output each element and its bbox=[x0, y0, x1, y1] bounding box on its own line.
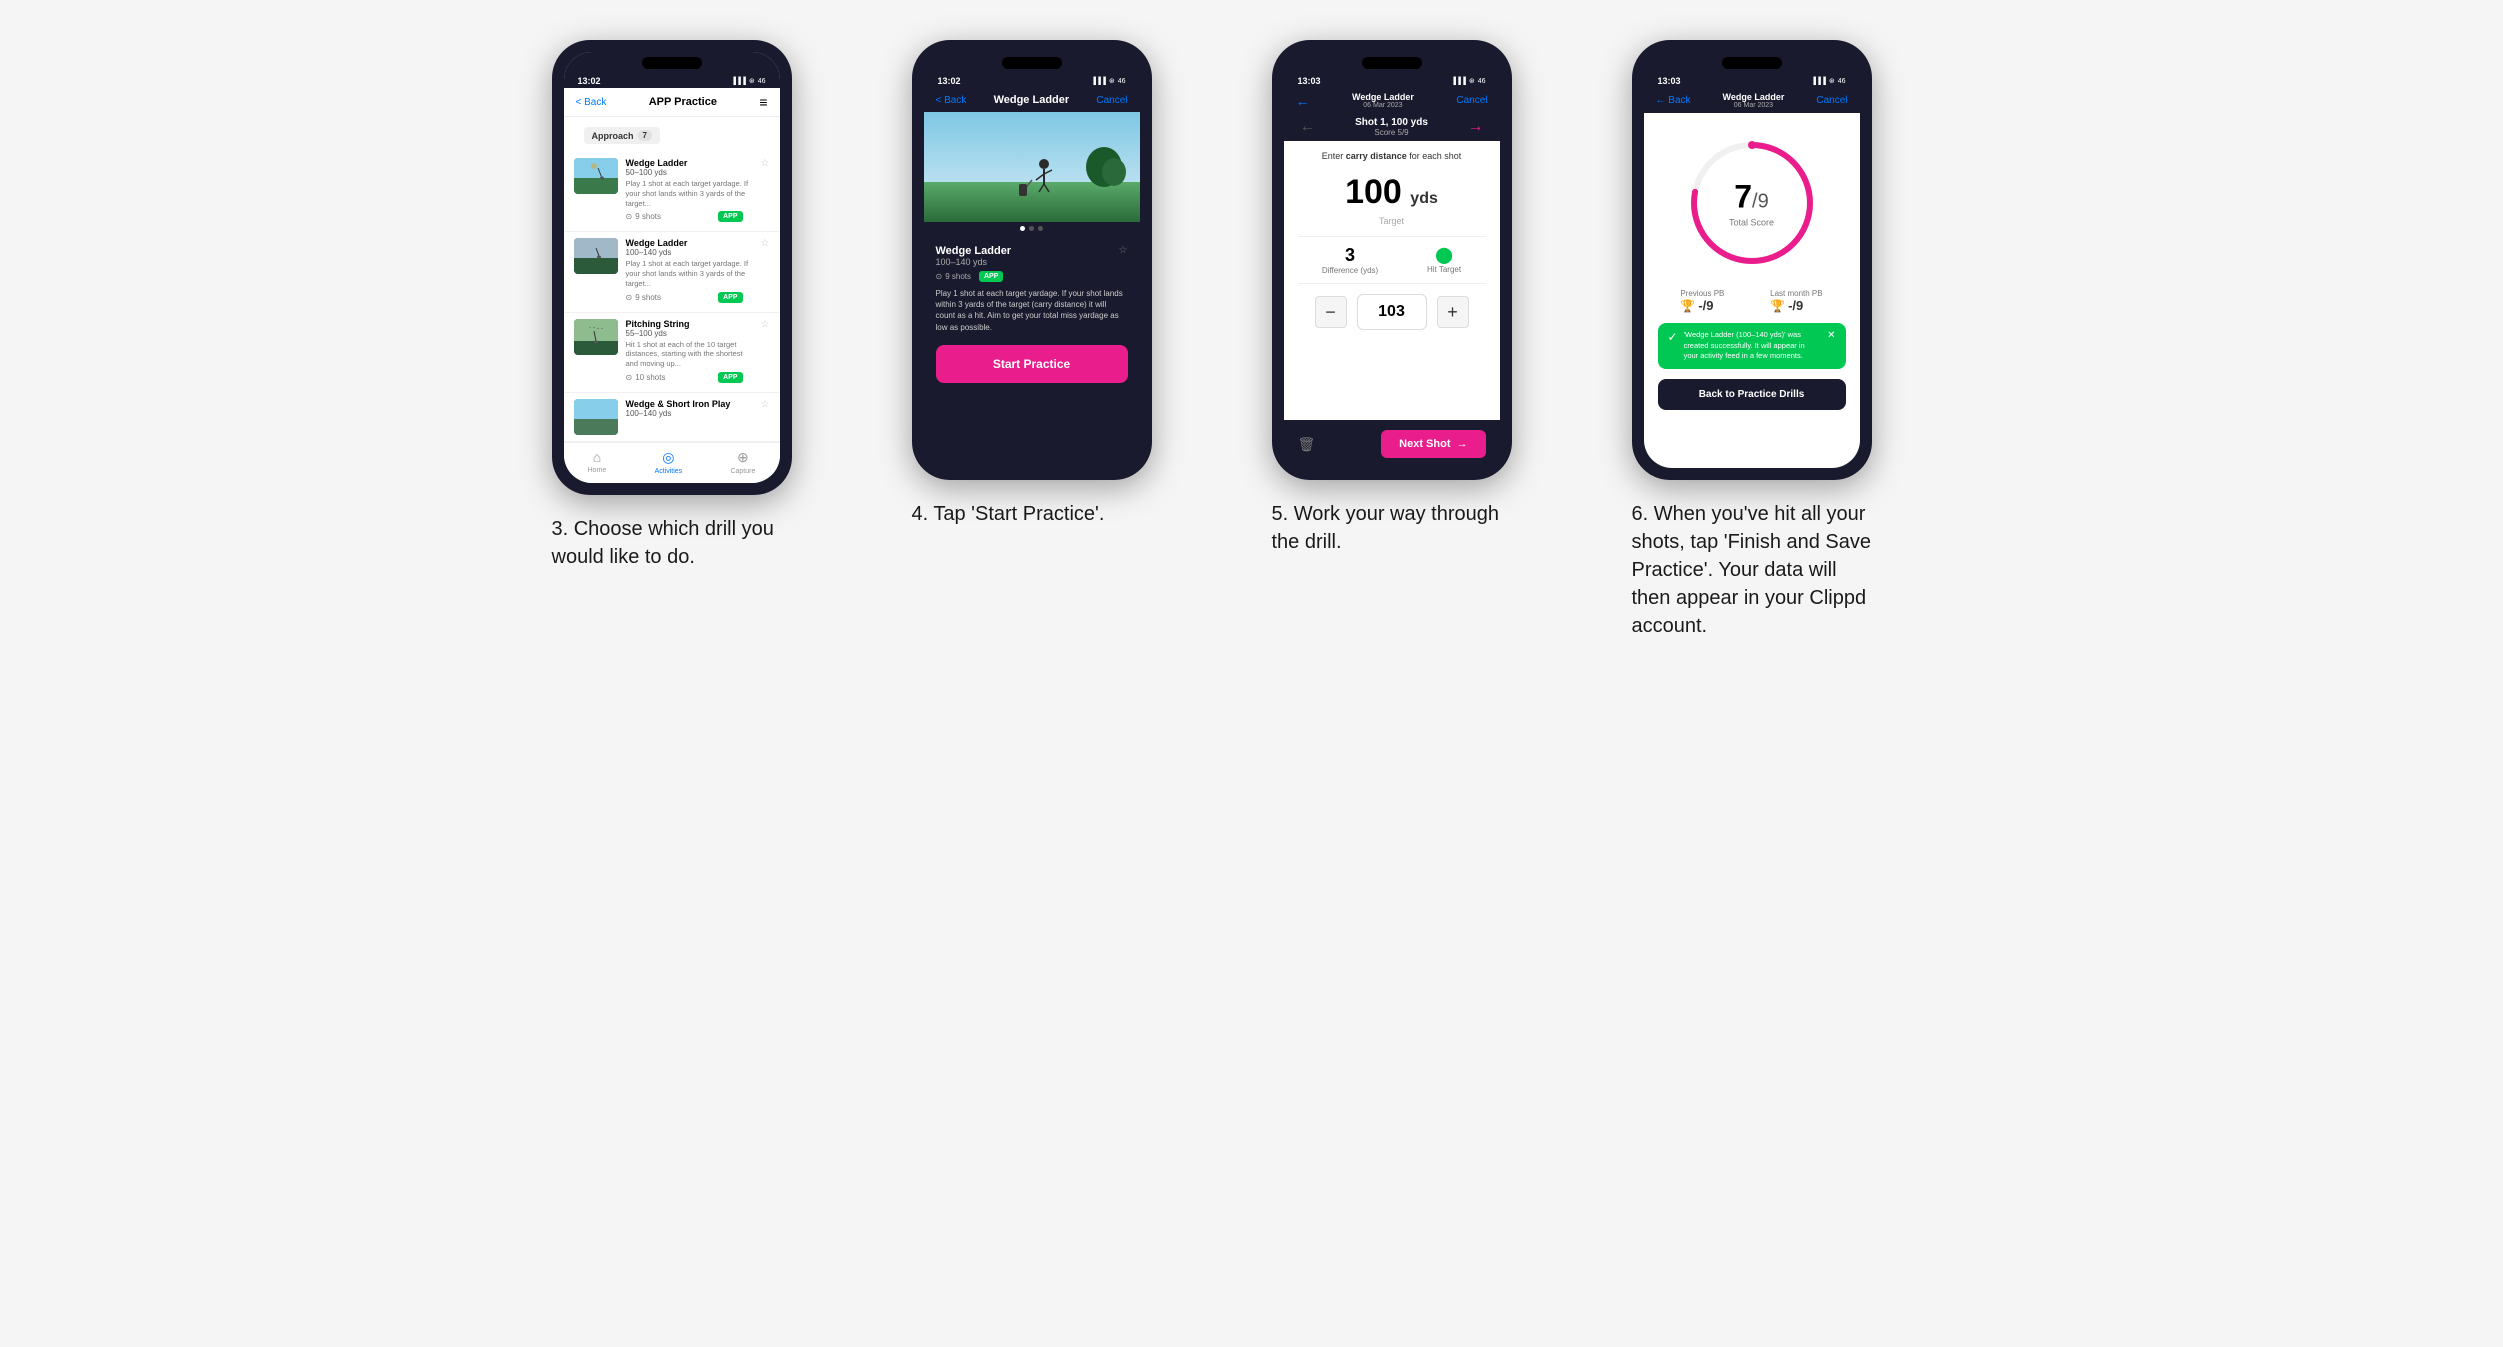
phone-6: 13:03 ▐▐▐ ⊛ 46 ← Back Wedge Ladder 06 Ma… bbox=[1632, 40, 1872, 480]
phone-4-dots bbox=[924, 222, 1140, 235]
arrow-right-icon: → bbox=[1457, 438, 1468, 450]
start-practice-button[interactable]: Start Practice bbox=[936, 345, 1128, 383]
activities-icon: ◎ bbox=[662, 449, 674, 466]
phone-5: 13:03 ▐▐▐ ⊛ 46 ← Wedge Ladder 06 Mar 202… bbox=[1272, 40, 1512, 480]
increment-button[interactable]: + bbox=[1437, 296, 1469, 328]
step-3-container: 13:02 ▐▐▐ ⊛ 46 < Back APP Practice ≡ bbox=[552, 40, 872, 571]
phone-6-nav: ← Back Wedge Ladder 06 Mar 2023 Cancel bbox=[1644, 88, 1860, 113]
phone-4-cancel[interactable]: Cancel bbox=[1096, 95, 1127, 106]
star-icon-p4: ☆ bbox=[1119, 245, 1128, 256]
phone-5-content: Enter carry distance for each shot 100 y… bbox=[1284, 141, 1500, 420]
phone-4-nav: < Back Wedge Ladder Cancel bbox=[924, 88, 1140, 112]
success-close-button[interactable]: ✕ bbox=[1827, 330, 1835, 341]
phone-4-notch bbox=[924, 52, 1140, 74]
phone-6-status-bar: 13:03 ▐▐▐ ⊛ 46 bbox=[1644, 74, 1860, 88]
phone-6-back[interactable]: ← Back bbox=[1656, 95, 1691, 106]
phone-3-title: APP Practice bbox=[649, 96, 717, 108]
phone-5-nav: ← Wedge Ladder 06 Mar 2023 Cancel bbox=[1284, 88, 1500, 113]
phone-5-back[interactable]: ← bbox=[1296, 93, 1310, 109]
carry-instruction: Enter carry distance for each shot bbox=[1298, 151, 1486, 161]
back-to-drills-button[interactable]: Back to Practice Drills bbox=[1658, 379, 1846, 410]
phone-3-status-icons: ▐▐▐ ⊛ 46 bbox=[731, 77, 766, 85]
hit-target-stat: ⬤ Hit Target bbox=[1427, 245, 1461, 275]
nav-capture[interactable]: ⊕ Capture bbox=[730, 449, 755, 475]
phone-3-bottom-nav: ⌂ Home ◎ Activities ⊕ Capture bbox=[564, 442, 780, 483]
phone-6-cancel[interactable]: Cancel bbox=[1816, 95, 1847, 106]
phone-3-nav: < Back APP Practice ≡ bbox=[564, 88, 780, 117]
drill-item-2[interactable]: Pitching String 55–100 yds Hit 1 shot at… bbox=[564, 313, 780, 393]
score-circle: 7/9 Total Score bbox=[1682, 133, 1822, 273]
previous-pb: Previous PB 🏆 -/9 bbox=[1680, 289, 1724, 313]
star-icon-3: ☆ bbox=[761, 399, 770, 410]
drill-thumb-1 bbox=[574, 238, 618, 274]
shot-stats: 3 Difference (yds) ⬤ Hit Target bbox=[1298, 236, 1486, 284]
phone-4-status-bar: 13:02 ▐▐▐ ⊛ 46 bbox=[924, 74, 1140, 88]
drill-thumb-0 bbox=[574, 158, 618, 194]
phone-4: 13:02 ▐▐▐ ⊛ 46 < Back Wedge Ladder Cance… bbox=[912, 40, 1152, 480]
score-display: 7/9 Total Score bbox=[1729, 179, 1774, 228]
phone-3-time: 13:02 bbox=[578, 76, 601, 86]
step-4-container: 13:02 ▐▐▐ ⊛ 46 < Back Wedge Ladder Cance… bbox=[912, 40, 1232, 528]
drill-thumb-3 bbox=[574, 399, 618, 435]
phone-5-cancel[interactable]: Cancel bbox=[1456, 95, 1487, 106]
drill-thumb-2 bbox=[574, 319, 618, 355]
next-shot-button[interactable]: Next Shot → bbox=[1381, 430, 1485, 458]
section-approach: Approach 7 bbox=[584, 127, 660, 144]
home-icon: ⌂ bbox=[593, 449, 601, 465]
delete-button[interactable]: 🗑 bbox=[1298, 436, 1316, 453]
phone-6-content: 7/9 Total Score Previous PB 🏆 -/9 bbox=[1644, 113, 1860, 468]
page-container: 13:02 ▐▐▐ ⊛ 46 < Back APP Practice ≡ bbox=[552, 40, 1952, 640]
step-5-container: 13:03 ▐▐▐ ⊛ 46 ← Wedge Ladder 06 Mar 202… bbox=[1272, 40, 1592, 556]
phone-4-back[interactable]: < Back bbox=[936, 95, 967, 106]
step-6-caption: 6. When you've hit all your shots, tap '… bbox=[1632, 500, 1872, 640]
phone-3-notch bbox=[564, 52, 780, 74]
pb-row: Previous PB 🏆 -/9 Last month PB 🏆 -/9 bbox=[1658, 289, 1846, 313]
phone-6-notch bbox=[1644, 52, 1860, 74]
phone-3-menu[interactable]: ≡ bbox=[759, 94, 767, 110]
drill-info-0: Wedge Ladder 50–100 yds Play 1 shot at e… bbox=[626, 158, 753, 225]
yardage-input[interactable] bbox=[1357, 294, 1427, 330]
phone-3-back[interactable]: < Back bbox=[576, 97, 607, 108]
star-icon-1: ☆ bbox=[761, 238, 770, 249]
drill-info-1: Wedge Ladder 100–140 yds Play 1 shot at … bbox=[626, 238, 753, 305]
trophy-icon-1: 🏆 bbox=[1680, 299, 1695, 313]
star-icon-2: ☆ bbox=[761, 319, 770, 330]
phone-5-notch bbox=[1284, 52, 1500, 74]
number-input-row: − + bbox=[1298, 294, 1486, 330]
nav-activities[interactable]: ◎ Activities bbox=[655, 449, 683, 475]
last-month-pb: Last month PB 🏆 -/9 bbox=[1770, 289, 1822, 313]
step-3-caption: 3. Choose which drill you would like to … bbox=[552, 515, 792, 571]
phone-3-status-bar: 13:02 ▐▐▐ ⊛ 46 bbox=[564, 74, 780, 88]
hit-target-icon: ⬤ bbox=[1427, 245, 1461, 265]
success-banner: ✓ 'Wedge Ladder (100–140 yds)' was creat… bbox=[1658, 323, 1846, 369]
drill-item-3[interactable]: Wedge & Short Iron Play 100–140 yds ☆ bbox=[564, 393, 780, 442]
trophy-icon-2: 🏆 bbox=[1770, 299, 1785, 313]
check-icon: ✓ bbox=[1668, 330, 1678, 344]
decrement-button[interactable]: − bbox=[1315, 296, 1347, 328]
drill-item-1[interactable]: Wedge Ladder 100–140 yds Play 1 shot at … bbox=[564, 232, 780, 312]
phone-5-shot-nav: ← Shot 1, 100 yds Score 5/9 → bbox=[1284, 113, 1500, 141]
phone-3: 13:02 ▐▐▐ ⊛ 46 < Back APP Practice ≡ bbox=[552, 40, 792, 495]
next-shot-arrow[interactable]: → bbox=[1468, 118, 1484, 136]
phone-5-footer: 🗑 Next Shot → bbox=[1284, 420, 1500, 468]
step-5-caption: 5. Work your way through the drill. bbox=[1272, 500, 1512, 556]
step-4-caption: 4. Tap 'Start Practice'. bbox=[912, 500, 1105, 528]
nav-home[interactable]: ⌂ Home bbox=[588, 449, 607, 475]
phone-4-content: Wedge Ladder 100–140 yds ☆ ⊙ 9 shots APP… bbox=[924, 235, 1140, 468]
drill-item-0[interactable]: Wedge Ladder 50–100 yds Play 1 shot at e… bbox=[564, 152, 780, 232]
step-6-container: 13:03 ▐▐▐ ⊛ 46 ← Back Wedge Ladder 06 Ma… bbox=[1632, 40, 1952, 640]
drill-footer-0: ⊙ 9 shots APP bbox=[626, 208, 753, 225]
capture-icon: ⊕ bbox=[737, 449, 749, 466]
star-icon-0: ☆ bbox=[761, 158, 770, 169]
drill-list: Wedge Ladder 50–100 yds Play 1 shot at e… bbox=[564, 152, 780, 442]
target-display: 100 yds bbox=[1298, 173, 1486, 212]
phone-5-status-bar: 13:03 ▐▐▐ ⊛ 46 bbox=[1284, 74, 1500, 88]
drill-info-2: Pitching String 55–100 yds Hit 1 shot at… bbox=[626, 319, 753, 386]
phone-4-image bbox=[924, 112, 1140, 222]
drill-info-3: Wedge & Short Iron Play 100–140 yds bbox=[626, 399, 753, 418]
phone-4-title: Wedge Ladder bbox=[994, 94, 1070, 106]
prev-shot-arrow[interactable]: ← bbox=[1300, 118, 1316, 136]
difference-stat: 3 Difference (yds) bbox=[1322, 245, 1378, 275]
